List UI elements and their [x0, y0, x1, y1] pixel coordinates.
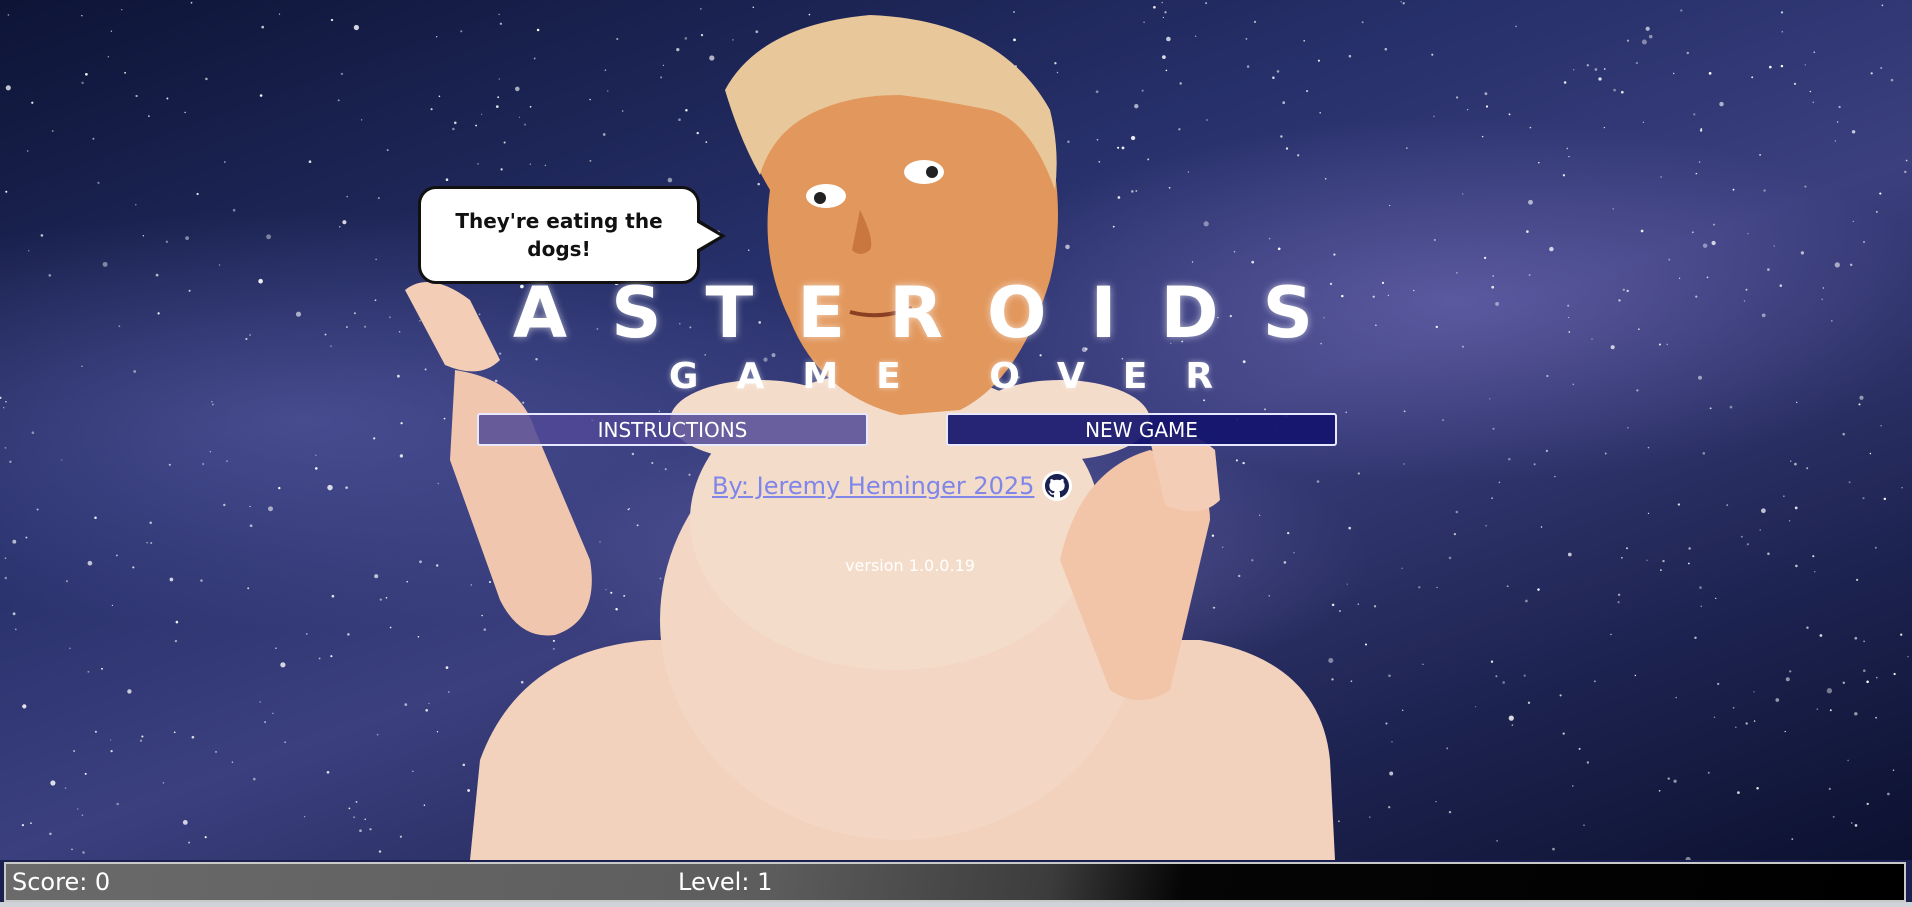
page-bottom-strip	[0, 902, 1912, 907]
speech-bubble-tail	[696, 222, 720, 250]
game-title: ASTEROIDS	[512, 272, 1358, 354]
instructions-button[interactable]: INSTRUCTIONS	[477, 413, 868, 446]
version-label: version 1.0.0.19	[845, 556, 975, 575]
speech-bubble: They're eating the dogs!	[418, 186, 700, 284]
score-display: Score: 0	[12, 868, 111, 896]
level-display: Level: 1	[678, 868, 773, 896]
author-link[interactable]: By: Jeremy Heminger 2025	[712, 472, 1034, 500]
game-over-subtitle: GAME OVER	[668, 356, 1252, 397]
new-game-button[interactable]: NEW GAME	[946, 413, 1337, 446]
author-credit: By: Jeremy Heminger 2025	[712, 468, 1073, 504]
speech-text: They're eating the dogs!	[455, 209, 663, 261]
status-bar: Score: 0 Level: 1	[4, 862, 1906, 902]
github-icon[interactable]	[1042, 471, 1073, 501]
